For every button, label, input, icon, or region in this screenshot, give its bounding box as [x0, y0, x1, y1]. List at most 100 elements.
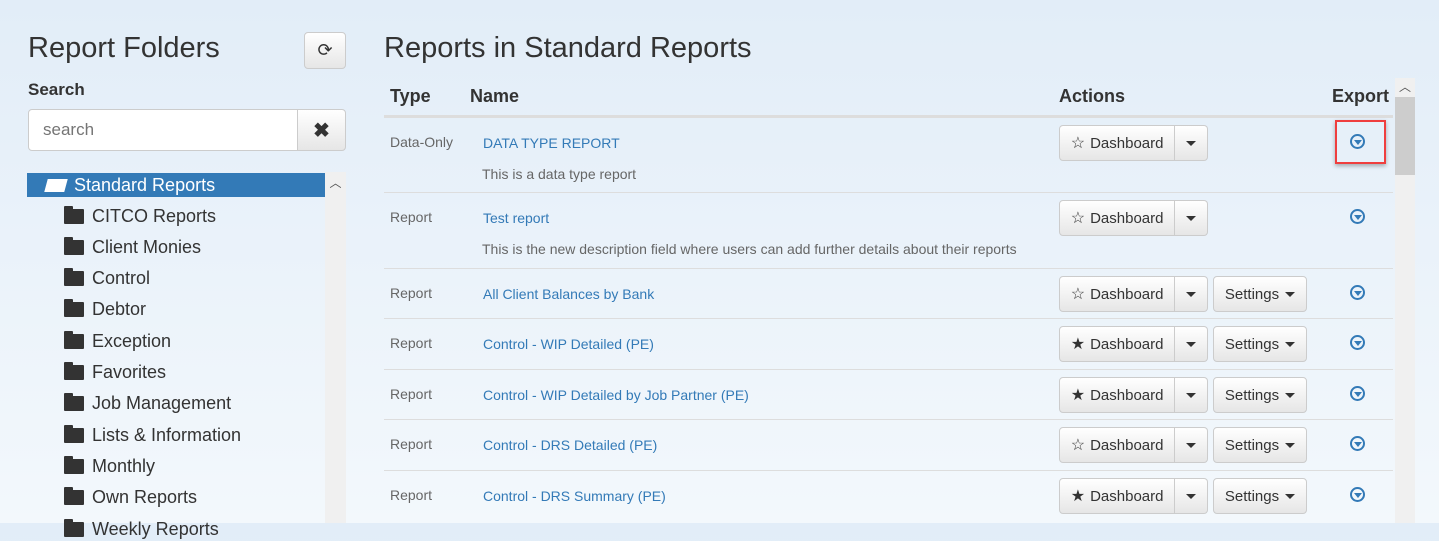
refresh-button[interactable]: ⟳: [304, 32, 346, 69]
tree-item-folder[interactable]: Monthly: [64, 454, 155, 478]
dashboard-button[interactable]: ☆ Dashboard: [1059, 200, 1176, 236]
report-name-link[interactable]: All Client Balances by Bank: [483, 286, 654, 302]
caret-down-icon: [1186, 341, 1197, 347]
caret-down-icon: [1186, 392, 1197, 398]
export-download-icon[interactable]: [1350, 335, 1365, 350]
col-name: Name: [470, 86, 520, 106]
folder-icon: [64, 362, 84, 380]
settings-dropdown-button[interactable]: Settings: [1213, 478, 1307, 514]
tree-item-folder[interactable]: Favorites: [64, 361, 166, 385]
search-label: Search: [28, 80, 85, 99]
dashboard-button-group: ☆ Dashboard: [1059, 276, 1208, 312]
report-name-link[interactable]: Control - WIP Detailed (PE): [483, 336, 654, 352]
folder-icon: [64, 487, 84, 506]
tree-item-folder[interactable]: Control: [64, 267, 150, 291]
table-row: Data-Only DATA TYPE REPORT This is a data…: [384, 117, 1393, 192]
tree-item-standard-reports[interactable]: Standard Reports: [27, 173, 325, 197]
export-highlight-box: [1335, 120, 1386, 164]
tree-item-folder[interactable]: Debtor: [64, 298, 146, 322]
report-name-link[interactable]: Control - DRS Summary (PE): [483, 488, 666, 504]
dashboard-button-group: ★ Dashboard: [1059, 377, 1208, 413]
dashboard-button[interactable]: ★ Dashboard: [1059, 377, 1176, 413]
folder-icon: [64, 330, 84, 349]
report-description: This is the new description field where …: [482, 241, 1017, 257]
star-outline-icon: ☆: [1070, 135, 1086, 152]
star-outline-icon: ☆: [1070, 437, 1086, 454]
export-download-icon[interactable]: [1350, 386, 1365, 401]
clear-search-button[interactable]: ✖: [297, 109, 346, 151]
dashboard-dropdown-toggle[interactable]: [1175, 125, 1208, 161]
caret-down-icon: [1285, 493, 1296, 499]
dashboard-dropdown-toggle[interactable]: [1175, 276, 1208, 312]
folder-icon: [64, 205, 84, 224]
report-type: Report: [390, 285, 433, 301]
report-type: Report: [390, 436, 433, 452]
export-download-icon[interactable]: [1350, 487, 1365, 502]
table-row: Report Control - WIP Detailed by Job Par…: [384, 369, 1393, 419]
dashboard-button-group: ☆ Dashboard: [1059, 125, 1208, 161]
star-filled-icon: ★: [1070, 387, 1086, 404]
export-download-icon[interactable]: [1350, 209, 1365, 224]
report-name-link[interactable]: Control - DRS Detailed (PE): [483, 437, 657, 453]
dashboard-button[interactable]: ★ Dashboard: [1059, 478, 1176, 514]
star-filled-icon: ★: [1070, 488, 1086, 505]
tree-item-folder[interactable]: Weekly Reports: [64, 517, 219, 541]
col-type: Type: [390, 86, 431, 106]
dashboard-button[interactable]: ★ Dashboard: [1059, 326, 1176, 362]
settings-dropdown-button[interactable]: Settings: [1213, 326, 1307, 362]
settings-dropdown-button[interactable]: Settings: [1213, 427, 1307, 463]
folder-icon: [64, 518, 84, 537]
table-row: Report Test report This is the new descri…: [384, 192, 1393, 268]
table-scrollbar[interactable]: ︿: [1395, 78, 1415, 523]
table-row: Report All Client Balances by Bank ☆ Dashb…: [384, 268, 1393, 318]
page-title: Reports in Standard Reports: [384, 32, 752, 64]
dashboard-button[interactable]: ☆ Dashboard: [1059, 427, 1176, 463]
caret-down-icon: [1186, 291, 1197, 297]
dashboard-dropdown-toggle[interactable]: [1175, 326, 1208, 362]
tree-scrollbar[interactable]: ︿: [325, 172, 346, 523]
report-name-link[interactable]: Control - WIP Detailed by Job Partner (P…: [483, 387, 749, 403]
refresh-icon: ⟳: [317, 40, 333, 60]
report-type: Report: [390, 335, 433, 351]
caret-down-icon: [1285, 341, 1296, 347]
folder-icon: [64, 455, 84, 474]
tree-item-folder[interactable]: Lists & Information: [64, 423, 241, 447]
scrollbar-thumb[interactable]: [1395, 97, 1415, 175]
settings-dropdown-button[interactable]: Settings: [1213, 276, 1307, 312]
report-name-link[interactable]: Test report: [483, 210, 549, 226]
dashboard-dropdown-toggle[interactable]: [1175, 377, 1208, 413]
dashboard-button-group: ★ Dashboard: [1059, 326, 1208, 362]
caret-down-icon: [1285, 392, 1296, 398]
caret-down-icon: [1186, 215, 1197, 221]
star-filled-icon: ★: [1070, 336, 1086, 353]
close-icon: ✖: [313, 119, 330, 142]
report-type: Report: [390, 487, 433, 503]
dashboard-dropdown-toggle[interactable]: [1175, 427, 1208, 463]
caret-down-icon: [1186, 140, 1197, 146]
export-download-icon[interactable]: [1350, 436, 1365, 451]
folder-icon: [64, 393, 84, 412]
report-description: This is a data type report: [482, 166, 637, 182]
tree-item-folder[interactable]: Exception: [64, 329, 171, 353]
dashboard-button[interactable]: ☆ Dashboard: [1059, 276, 1176, 312]
dashboard-button-group: ☆ Dashboard: [1059, 427, 1208, 463]
tree-item-folder[interactable]: Client Monies: [64, 235, 201, 259]
folder-icon: [64, 424, 84, 443]
tree-item-folder[interactable]: CITCO Reports: [64, 204, 216, 228]
search-input[interactable]: [28, 109, 298, 151]
col-export: Export: [1332, 86, 1390, 106]
tree-item-folder[interactable]: Job Management: [64, 392, 231, 416]
folders-title: Report Folders: [28, 32, 220, 64]
report-type: Data-Only: [390, 134, 454, 150]
star-outline-icon: ☆: [1070, 210, 1086, 227]
folder-icon: [64, 299, 84, 318]
caret-down-icon: [1186, 493, 1197, 499]
report-name-link[interactable]: DATA TYPE REPORT: [483, 135, 620, 151]
settings-dropdown-button[interactable]: Settings: [1213, 377, 1307, 413]
dashboard-dropdown-toggle[interactable]: [1175, 200, 1208, 236]
dashboard-button[interactable]: ☆ Dashboard: [1059, 125, 1176, 161]
dashboard-dropdown-toggle[interactable]: [1175, 478, 1208, 514]
export-download-icon[interactable]: [1350, 285, 1365, 300]
star-outline-icon: ☆: [1070, 286, 1086, 303]
tree-item-folder[interactable]: Own Reports: [64, 486, 197, 510]
